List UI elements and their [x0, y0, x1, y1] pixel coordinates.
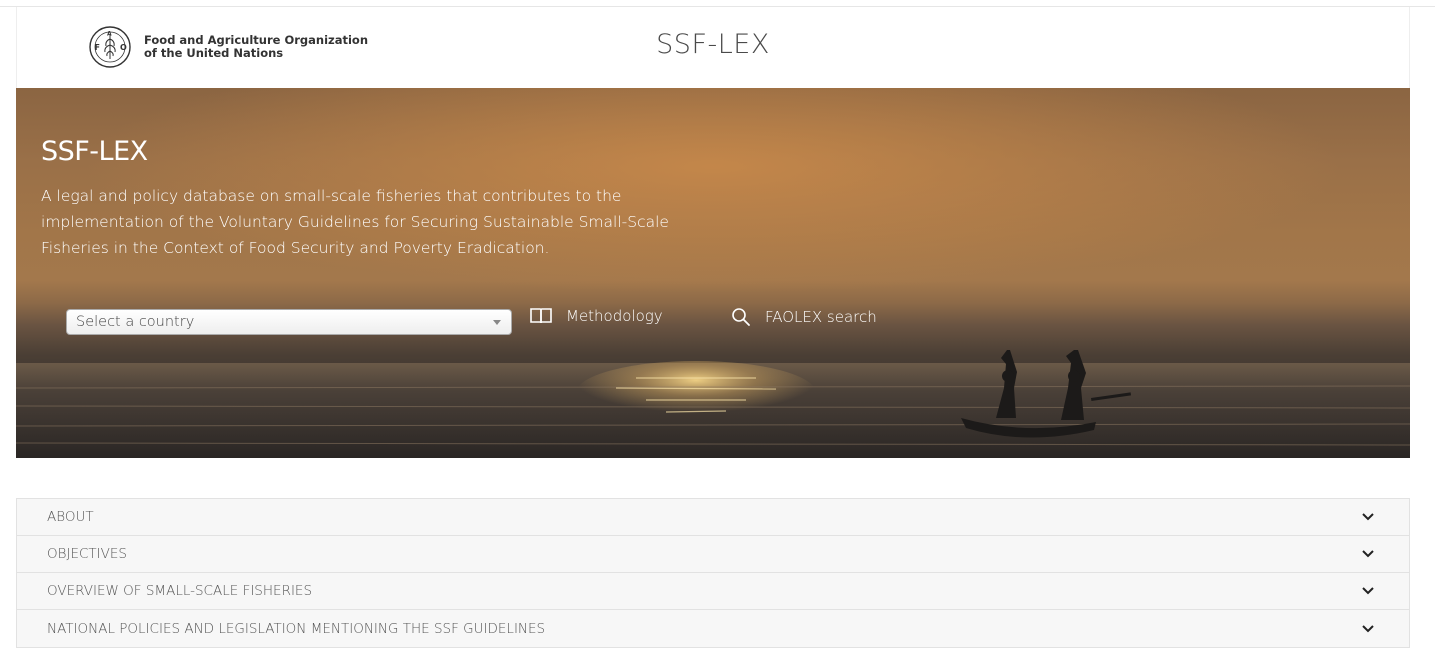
hero-banner: SSF-LEX A legal and policy database on s… — [16, 88, 1410, 458]
country-select-value: Select a country — [76, 314, 195, 330]
accordion-item-objectives[interactable]: OBJECTIVES — [17, 536, 1409, 573]
chevron-down-icon — [1362, 513, 1374, 521]
accordion-item-label: OBJECTIVES — [47, 546, 127, 562]
country-select[interactable]: Select a country — [66, 309, 512, 335]
site-title: SSF-LEX — [656, 29, 770, 60]
site-header: F A O Food and Agriculture Organization … — [16, 7, 1410, 88]
faolex-search-link[interactable]: FAOLEX search — [731, 307, 877, 327]
accordion-item-label: ABOUT — [47, 509, 94, 525]
accordion-item-overview[interactable]: OVERVIEW OF SMALL-SCALE FISHERIES — [17, 573, 1409, 610]
info-accordion: ABOUT OBJECTIVES OVERVIEW OF SMALL-SCALE… — [16, 498, 1410, 648]
accordion-item-national-policies[interactable]: NATIONAL POLICIES AND LEGISLATION MENTIO… — [17, 610, 1409, 647]
search-icon — [732, 308, 750, 326]
chevron-down-icon — [1362, 587, 1374, 595]
page-container: F A O Food and Agriculture Organization … — [16, 7, 1410, 648]
methodology-label: Methodology — [566, 307, 663, 325]
accordion-item-label: NATIONAL POLICIES AND LEGISLATION MENTIO… — [47, 620, 546, 637]
book-icon — [530, 308, 552, 324]
chevron-down-icon — [1362, 550, 1374, 558]
chevron-down-icon — [1362, 624, 1374, 632]
accordion-item-label: OVERVIEW OF SMALL-SCALE FISHERIES — [47, 583, 313, 599]
methodology-link[interactable]: Methodology — [530, 307, 663, 325]
hero-background-image — [16, 88, 1410, 458]
hero-description: A legal and policy database on small-sca… — [41, 187, 669, 257]
dropdown-arrow-icon — [493, 320, 501, 325]
faolex-label: FAOLEX search — [765, 308, 877, 326]
accordion-item-about[interactable]: ABOUT — [17, 499, 1409, 536]
hero-title: SSF-LEX — [41, 136, 148, 167]
